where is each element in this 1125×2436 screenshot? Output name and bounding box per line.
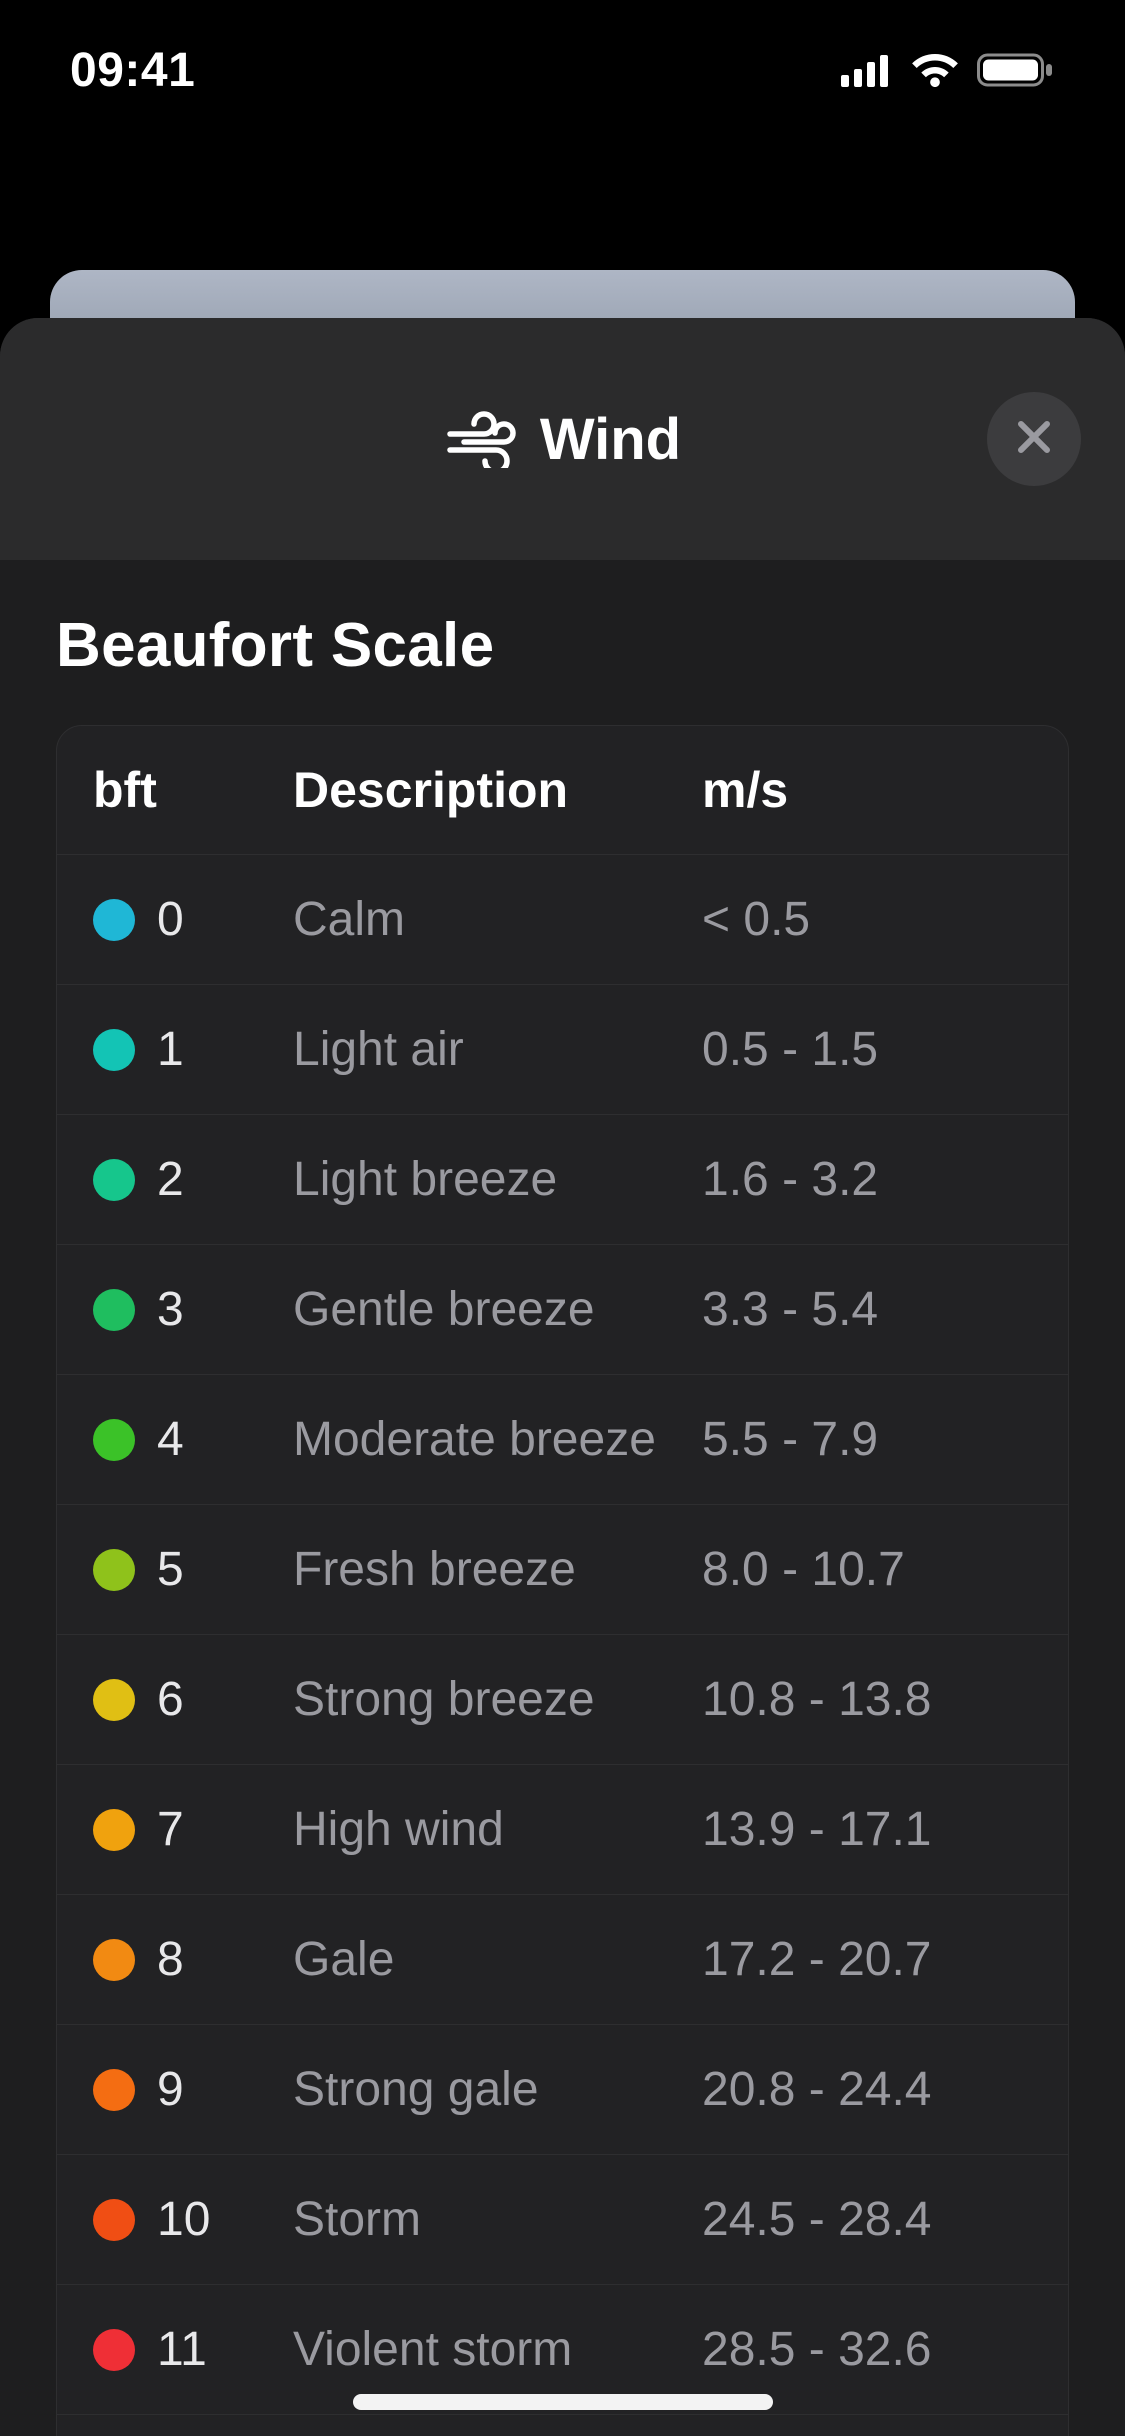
- bft-ms: 24.5 - 28.4: [702, 2192, 1032, 2247]
- bft-cell: 10: [93, 2192, 293, 2247]
- bft-color-dot: [93, 1809, 135, 1851]
- bft-description: Calm: [293, 892, 702, 947]
- bft-ms: 20.8 - 24.4: [702, 2062, 1032, 2117]
- bft-description: Storm: [293, 2192, 702, 2247]
- bft-description: Light air: [293, 1022, 702, 1077]
- bft-description: Light breeze: [293, 1152, 702, 1207]
- bft-cell: 11: [93, 2322, 293, 2377]
- table-row: 0 Calm< 0.5: [57, 854, 1068, 984]
- bft-ms: 3.3 - 5.4: [702, 1282, 1032, 1337]
- bft-cell: 8: [93, 1932, 293, 1987]
- table-row: 3 Gentle breeze3.3 - 5.4: [57, 1244, 1068, 1374]
- bft-description: High wind: [293, 1802, 702, 1857]
- bft-cell: 5: [93, 1542, 293, 1597]
- table-row: 9 Strong gale20.8 - 24.4: [57, 2024, 1068, 2154]
- bft-description: Moderate breeze: [293, 1412, 702, 1467]
- beaufort-table: bft Description m/s 0 Calm< 0.5 1 Light air…: [56, 725, 1069, 2436]
- cellular-icon: [841, 53, 893, 87]
- bft-number: 5: [157, 1542, 184, 1597]
- table-row: 12Hurricane-force> 32.7: [57, 2414, 1068, 2436]
- bft-color-dot: [93, 1419, 135, 1461]
- bft-description: Fresh breeze: [293, 1542, 702, 1597]
- header-ms: m/s: [702, 761, 1032, 819]
- sheet-title-text: Wind: [540, 406, 681, 473]
- bft-ms: 13.9 - 17.1: [702, 1802, 1032, 1857]
- bft-number: 0: [157, 892, 184, 947]
- bft-color-dot: [93, 1549, 135, 1591]
- bft-cell: 1: [93, 1022, 293, 1077]
- bft-cell: 9: [93, 2062, 293, 2117]
- bft-color-dot: [93, 2069, 135, 2111]
- bft-number: 2: [157, 1152, 184, 1207]
- bft-color-dot: [93, 899, 135, 941]
- sheet-body[interactable]: Beaufort Scale bft Description m/s 0 Calm…: [0, 560, 1125, 2436]
- bft-ms: 10.8 - 13.8: [702, 1672, 1032, 1727]
- home-indicator[interactable]: [353, 2394, 773, 2410]
- bft-number: 1: [157, 1022, 184, 1077]
- bft-cell: 4: [93, 1412, 293, 1467]
- wind-sheet: Wind Beaufort Scale bft Description m/s …: [0, 318, 1125, 2436]
- bft-ms: 0.5 - 1.5: [702, 1022, 1032, 1077]
- bft-ms: 17.2 - 20.7: [702, 1932, 1032, 1987]
- bft-color-dot: [93, 1289, 135, 1331]
- bft-ms: 28.5 - 32.6: [702, 2322, 1032, 2377]
- table-row: 1 Light air0.5 - 1.5: [57, 984, 1068, 1114]
- table-row: 2 Light breeze1.6 - 3.2: [57, 1114, 1068, 1244]
- bft-number: 9: [157, 2062, 184, 2117]
- sheet-title: Wind: [444, 406, 681, 473]
- wifi-icon: [909, 51, 961, 89]
- bft-ms: 5.5 - 7.9: [702, 1412, 1032, 1467]
- bft-number: 4: [157, 1412, 184, 1467]
- bft-color-dot: [93, 1029, 135, 1071]
- bft-cell: 6: [93, 1672, 293, 1727]
- bft-cell: 7: [93, 1802, 293, 1857]
- bft-ms: 1.6 - 3.2: [702, 1152, 1032, 1207]
- bft-color-dot: [93, 2329, 135, 2371]
- close-icon: [1014, 417, 1054, 462]
- bft-color-dot: [93, 1939, 135, 1981]
- bft-number: 10: [157, 2192, 210, 2247]
- close-button[interactable]: [987, 392, 1081, 486]
- bft-cell: 3: [93, 1282, 293, 1337]
- bft-number: 7: [157, 1802, 184, 1857]
- table-row: 7 High wind13.9 - 17.1: [57, 1764, 1068, 1894]
- bft-description: Gale: [293, 1932, 702, 1987]
- bft-number: 11: [157, 2322, 207, 2377]
- bft-color-dot: [93, 1679, 135, 1721]
- table-header-row: bft Description m/s: [57, 726, 1068, 854]
- table-row: 4 Moderate breeze5.5 - 7.9: [57, 1374, 1068, 1504]
- bft-description: Strong gale: [293, 2062, 702, 2117]
- bft-number: 8: [157, 1932, 184, 1987]
- wind-icon: [444, 410, 516, 468]
- table-row: 8 Gale17.2 - 20.7: [57, 1894, 1068, 2024]
- header-bft: bft: [93, 761, 293, 819]
- section-title-beaufort: Beaufort Scale: [56, 610, 1069, 681]
- table-row: 6 Strong breeze10.8 - 13.8: [57, 1634, 1068, 1764]
- battery-icon: [977, 51, 1055, 89]
- status-time: 09:41: [70, 43, 195, 98]
- table-row: 10 Storm24.5 - 28.4: [57, 2154, 1068, 2284]
- bft-ms: < 0.5: [702, 892, 1032, 947]
- bft-color-dot: [93, 2199, 135, 2241]
- bft-color-dot: [93, 1159, 135, 1201]
- bft-ms: 8.0 - 10.7: [702, 1542, 1032, 1597]
- status-bar: 09:41: [0, 0, 1125, 140]
- bft-description: Violent storm: [293, 2322, 702, 2377]
- bft-cell: 0: [93, 892, 293, 947]
- bft-description: Strong breeze: [293, 1672, 702, 1727]
- bft-description: Gentle breeze: [293, 1282, 702, 1337]
- bft-number: 3: [157, 1282, 184, 1337]
- bft-cell: 2: [93, 1152, 293, 1207]
- bft-number: 6: [157, 1672, 184, 1727]
- header-desc: Description: [293, 761, 702, 819]
- sheet-header: Wind: [0, 318, 1125, 560]
- status-icons: [841, 51, 1055, 89]
- table-row: 5 Fresh breeze8.0 - 10.7: [57, 1504, 1068, 1634]
